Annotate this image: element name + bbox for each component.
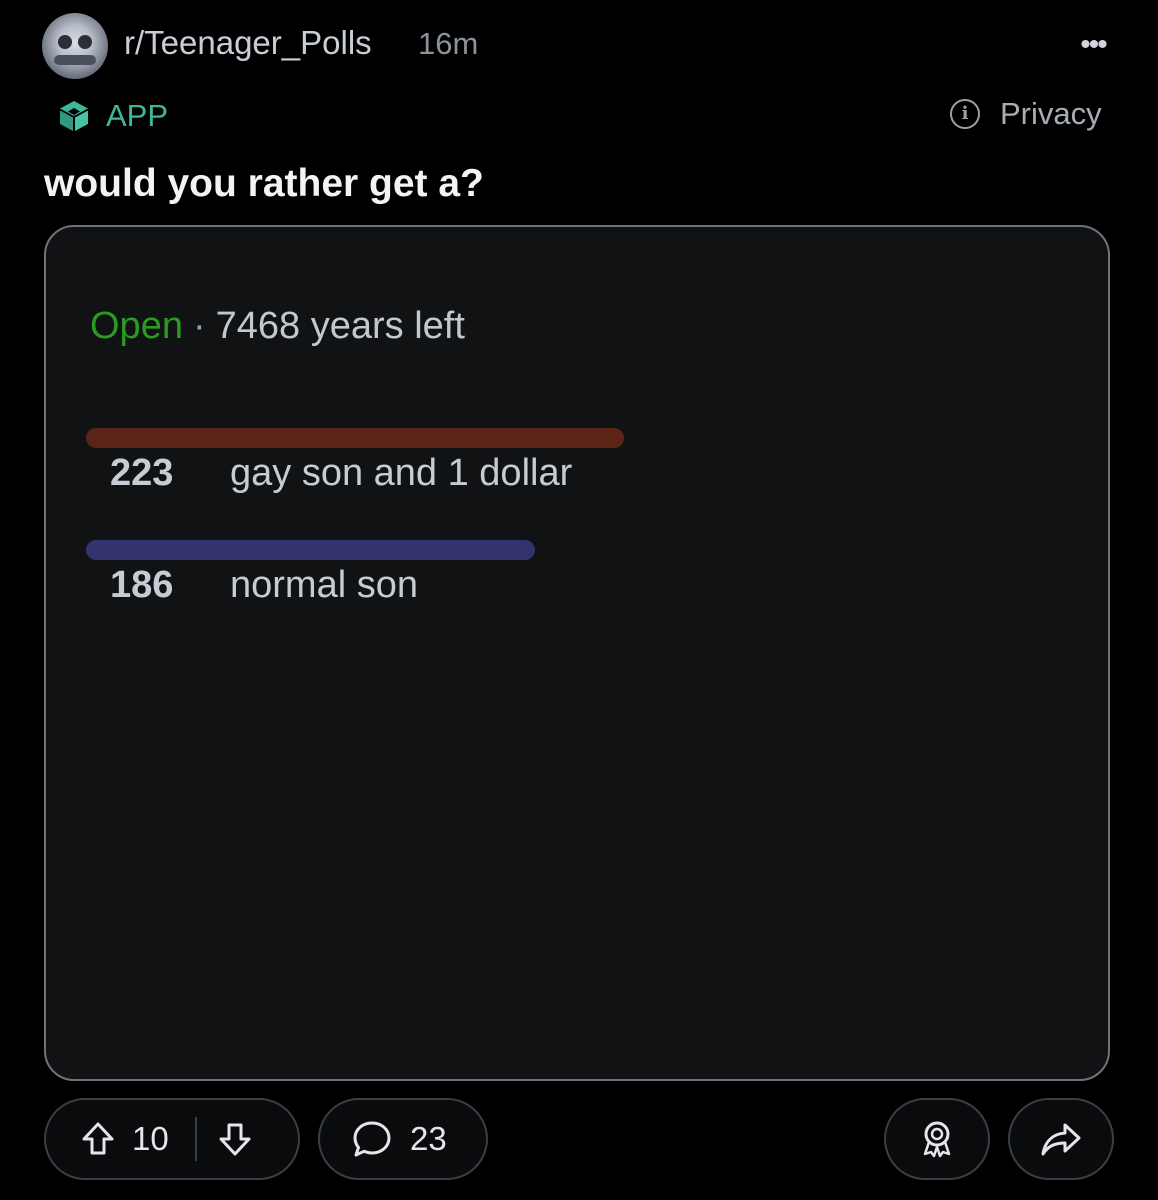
app-badge[interactable]: APP: [56, 96, 168, 136]
poll-option-count: 223: [110, 452, 174, 494]
post-title[interactable]: would you rather get a?: [44, 162, 484, 206]
poll-card: Open · 7468 years left 223 gay son and 1 d…: [44, 225, 1110, 1081]
comment-count: 23: [410, 1120, 447, 1157]
poll-option[interactable]: 186 normal son: [86, 540, 1086, 630]
upvote-arrow-icon[interactable]: [78, 1119, 118, 1159]
poll-option-label: normal son: [230, 564, 418, 606]
app-label: APP: [106, 98, 169, 133]
status-separator: ·: [192, 305, 206, 347]
poll-option-bar: [86, 428, 624, 448]
subreddit-name[interactable]: r/Teenager_Polls: [124, 24, 372, 62]
vote-pill: 10: [44, 1098, 300, 1180]
privacy-link[interactable]: i Privacy: [950, 94, 1102, 134]
poll-option-label: gay son and 1 dollar: [230, 452, 573, 494]
info-icon: i: [950, 99, 980, 129]
more-options-icon[interactable]: •••: [1070, 30, 1116, 60]
downvote-arrow-icon[interactable]: [215, 1119, 255, 1159]
comments-button[interactable]: 23: [318, 1098, 488, 1180]
poll-option-bar: [86, 540, 535, 560]
poll-option[interactable]: 223 gay son and 1 dollar: [86, 428, 1086, 518]
share-arrow-icon: [1041, 1123, 1081, 1156]
award-button[interactable]: [884, 1098, 990, 1180]
poll-option-count: 186: [110, 564, 174, 606]
poll-status-open: Open: [90, 305, 183, 347]
post-container: r/Teenager_Polls 16m ••• APP i Privacy w…: [0, 0, 1158, 1200]
award-icon: [923, 1121, 951, 1158]
subreddit-avatar[interactable]: [42, 13, 108, 79]
post-age: 16m: [418, 26, 479, 61]
poll-time-left: 7468 years left: [215, 305, 465, 347]
vote-count: 10: [132, 1120, 169, 1157]
cube-icon: [60, 101, 88, 131]
vote-divider: [194, 1117, 197, 1161]
comment-bubble-icon: [353, 1121, 391, 1157]
poll-status: Open · 7468 years left: [90, 305, 465, 348]
privacy-label: Privacy: [1000, 96, 1102, 131]
share-button[interactable]: [1008, 1098, 1114, 1180]
